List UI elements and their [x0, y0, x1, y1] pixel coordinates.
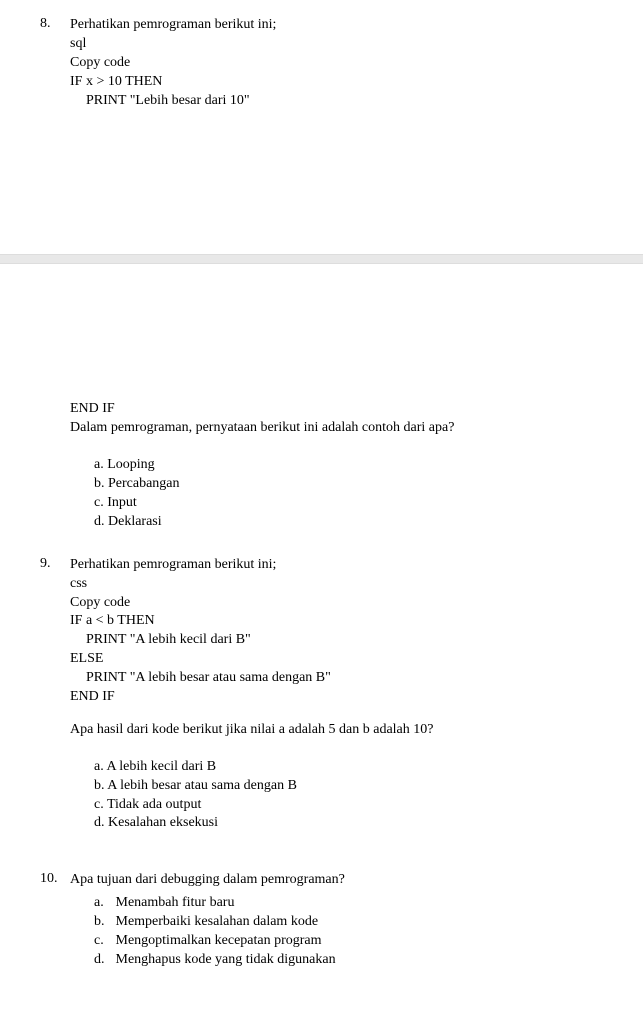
question-number: 10.: [40, 871, 58, 887]
option-c: c. Input: [94, 494, 603, 513]
code-lang-label: css: [70, 575, 603, 594]
option-a: a. Looping: [94, 456, 603, 475]
code-line: END IF: [70, 688, 603, 707]
option-d: d. Menghapus kode yang tidak digunakan: [94, 951, 603, 970]
question-prompt: Apa tujuan dari debugging dalam pemrogra…: [70, 871, 603, 890]
option-d: d. Deklarasi: [94, 513, 603, 532]
question-body: Perhatikan pemrograman berikut ini; sql …: [70, 16, 603, 110]
spacer: [70, 134, 603, 234]
code-line: END IF: [70, 400, 603, 419]
code-line: PRINT "A lebih kecil dari B": [70, 631, 603, 650]
option-a: a. Menambah fitur baru: [94, 894, 603, 913]
copy-code-label: Copy code: [70, 54, 603, 73]
question-8-continued: END IF Dalam pemrograman, pernyataan ber…: [70, 400, 603, 531]
spacer: [70, 707, 603, 721]
spacer: [70, 740, 603, 754]
code-line: IF x > 10 THEN: [70, 73, 603, 92]
answer-options: a. Menambah fitur baru b. Memperbaiki ke…: [70, 894, 603, 970]
option-b: b. Memperbaiki kesalahan dalam kode: [94, 913, 603, 932]
option-letter: c.: [94, 932, 112, 951]
question-number: 9.: [40, 556, 51, 572]
code-line: PRINT "Lebih besar dari 10": [70, 92, 603, 111]
option-text: Mengoptimalkan kecepatan program: [116, 933, 322, 948]
spacer: [70, 438, 603, 452]
question-body: Perhatikan pemrograman berikut ini; css …: [70, 556, 603, 834]
question-intro: Perhatikan pemrograman berikut ini;: [70, 16, 603, 35]
option-b: b. Percabangan: [94, 475, 603, 494]
spacer: [70, 857, 603, 871]
code-line: ELSE: [70, 650, 603, 669]
code-line: IF a < b THEN: [70, 612, 603, 631]
code-lang-label: sql: [70, 35, 603, 54]
page-top: 8. Perhatikan pemrograman berikut ini; s…: [0, 0, 643, 254]
option-text: Memperbaiki kesalahan dalam kode: [116, 914, 319, 929]
question-number: 8.: [40, 16, 51, 32]
option-letter: d.: [94, 951, 112, 970]
question-body: Apa tujuan dari debugging dalam pemrogra…: [70, 871, 603, 969]
question-9: 9. Perhatikan pemrograman berikut ini; c…: [70, 556, 603, 834]
option-c: c. Mengoptimalkan kecepatan program: [94, 932, 603, 951]
question-body: END IF Dalam pemrograman, pernyataan ber…: [70, 400, 603, 531]
question-prompt: Apa hasil dari kode berikut jika nilai a…: [70, 721, 603, 740]
answer-options: a. Looping b. Percabangan c. Input d. De…: [70, 456, 603, 532]
question-prompt: Dalam pemrograman, pernyataan berikut in…: [70, 419, 603, 438]
option-a: a. A lebih kecil dari B: [94, 758, 603, 777]
option-letter: b.: [94, 913, 112, 932]
option-text: Menghapus kode yang tidak digunakan: [116, 952, 336, 967]
answer-options: a. A lebih kecil dari B b. A lebih besar…: [70, 758, 603, 834]
code-line: PRINT "A lebih besar atau sama dengan B": [70, 669, 603, 688]
page-gap: [0, 254, 643, 264]
option-text: Menambah fitur baru: [116, 895, 235, 910]
option-letter: a.: [94, 894, 112, 913]
copy-code-label: Copy code: [70, 594, 603, 613]
question-intro: Perhatikan pemrograman berikut ini;: [70, 556, 603, 575]
option-c: c. Tidak ada output: [94, 796, 603, 815]
page-bottom: END IF Dalam pemrograman, pernyataan ber…: [0, 264, 643, 1013]
option-d: d. Kesalahan eksekusi: [94, 814, 603, 833]
option-b: b. A lebih besar atau sama dengan B: [94, 777, 603, 796]
spacer: [70, 280, 603, 400]
question-8: 8. Perhatikan pemrograman berikut ini; s…: [70, 16, 603, 110]
question-10: 10. Apa tujuan dari debugging dalam pemr…: [70, 871, 603, 969]
